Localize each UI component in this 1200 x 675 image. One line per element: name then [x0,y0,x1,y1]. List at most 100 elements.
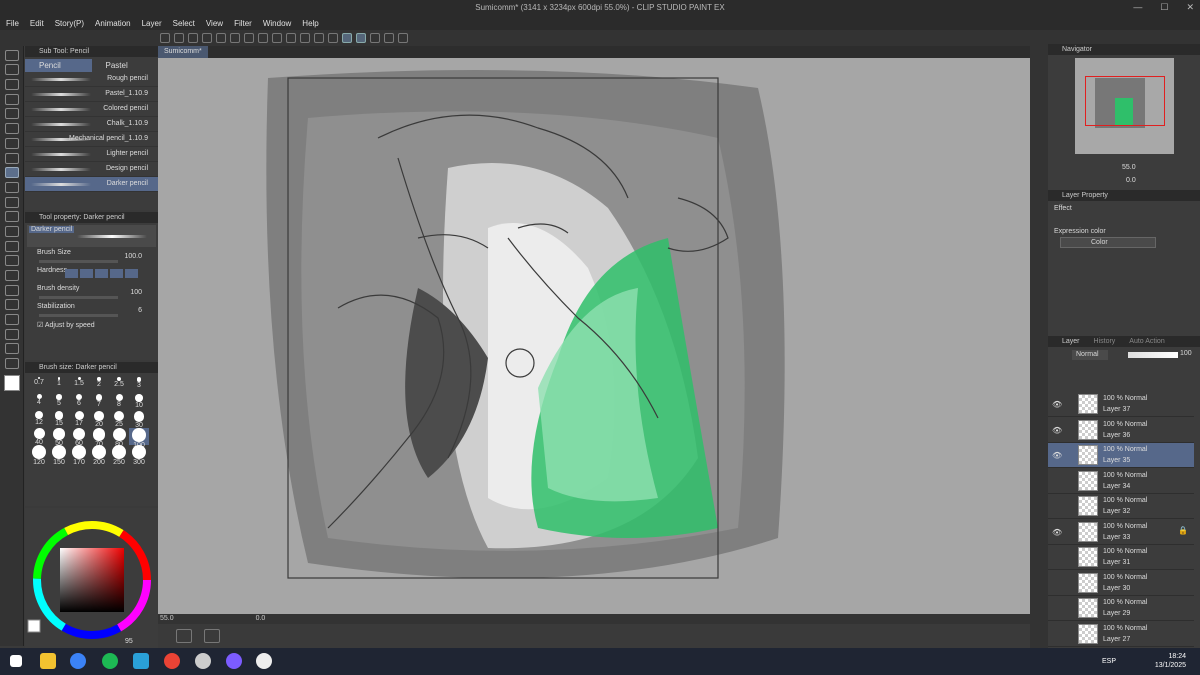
windows-start-icon[interactable] [10,655,22,667]
color-wheel[interactable]: 95 [25,508,158,648]
move-layer-icon[interactable] [5,93,19,105]
brush-size-option[interactable]: 80 [109,428,129,448]
eye-icon[interactable]: 👁 [1052,451,1062,460]
eyedropper-icon[interactable] [5,137,19,149]
eraser-icon[interactable] [5,225,19,237]
airbrush-icon[interactable] [5,196,19,208]
brush-size-option[interactable]: 8 [109,394,129,411]
auto-select-icon[interactable] [5,123,19,135]
brush-size-option[interactable]: 4 [29,394,49,411]
opacity-value[interactable]: 100 [1180,350,1192,357]
subtool-item[interactable]: Design pencil [25,162,158,177]
subtool-item[interactable]: Colored pencil [25,102,158,117]
lock-icon[interactable]: 🔒 [1178,526,1188,535]
gradient-icon[interactable] [5,270,19,281]
subtool-item[interactable]: Pastel_1.10.9 [25,87,158,102]
brush-size-row[interactable]: Brush Size 100.0 [25,249,158,267]
clip-studio-icon[interactable] [195,653,211,669]
layer-row[interactable]: 👁 100 % Normal Layer 33 🔒 [1048,520,1194,545]
subtool-item-selected[interactable]: Darker pencil [25,177,158,192]
layer-row[interactable]: 100 % Normal Layer 27 [1048,622,1194,647]
save-icon[interactable] [202,33,212,43]
decoration-icon[interactable] [5,211,19,223]
brush-size-option[interactable]: 300 [129,445,149,466]
snap-perspective-icon[interactable] [370,33,380,43]
fill-icon[interactable] [286,33,296,43]
fit-view-icon[interactable] [204,629,220,643]
crop-icon[interactable] [328,33,338,43]
selection-icon[interactable] [5,108,19,120]
brush-size-option[interactable]: 250 [109,445,129,466]
layer-row[interactable]: 100 % Normal Layer 34 [1048,469,1194,494]
menu-window[interactable]: Window [263,19,291,28]
spotify-icon[interactable] [102,653,118,669]
brush-size-option[interactable]: 1.5 [69,377,89,394]
layer-row[interactable]: 100 % Normal Layer 32 [1048,494,1194,519]
brush-size-option[interactable]: 100 [129,428,149,449]
layer-row[interactable]: 100 % Normal Layer 30 [1048,571,1194,596]
frame-icon[interactable] [5,299,19,311]
figure-icon[interactable] [5,284,19,296]
brush-size-option[interactable]: 25 [109,411,129,428]
clear-icon[interactable] [258,33,268,43]
brush-size-option[interactable]: 150 [49,445,69,466]
brush-size-option[interactable]: 7 [89,394,109,411]
brush-size-option[interactable]: 17 [69,411,89,428]
brush-size-option[interactable]: 20 [89,411,109,428]
hardness-row[interactable]: Hardness [25,267,158,285]
undo-icon[interactable] [230,33,240,43]
maximize-button[interactable]: ☐ [1160,2,1168,13]
brush-size-option[interactable]: 170 [69,445,89,466]
brush-size-option[interactable]: 120 [29,445,49,466]
brush-size-option[interactable]: 30 [129,411,149,429]
browser-icon[interactable] [70,653,86,669]
canvas[interactable] [158,58,1030,614]
chrome-icon[interactable] [164,653,180,669]
menu-file[interactable]: File [6,19,19,28]
brush-size-option[interactable]: 200 [89,445,109,466]
layer-row[interactable]: 100 % Normal Layer 29 [1048,596,1194,621]
brush-size-option[interactable]: 1 [49,377,69,394]
menu-view[interactable]: View [206,19,223,28]
document-tab[interactable]: Sumicomm* [158,46,208,58]
opacity-slider[interactable] [1128,352,1178,358]
menu-story[interactable]: Story(P) [55,19,84,28]
subtool-item[interactable]: Mechanical pencil_1.10.9 [25,132,158,147]
correct-line-icon[interactable] [5,358,19,370]
menu-animation[interactable]: Animation [95,19,131,28]
tab-auto-action[interactable]: Auto Action [1129,336,1164,347]
subtool-item[interactable]: Chalk_1.10.9 [25,117,158,132]
navigator-zoom[interactable]: 55.0 [1122,164,1136,171]
menu-layer[interactable]: Layer [142,19,162,28]
menu-filter[interactable]: Filter [234,19,252,28]
pencil-icon[interactable] [5,167,19,179]
brush-size-option[interactable]: 3 [129,377,149,394]
adjust-speed-row[interactable]: ☑ Adjust by speed [25,321,158,339]
hand-icon[interactable] [5,64,19,76]
discord-icon[interactable] [226,653,242,669]
text-icon[interactable] [5,328,19,340]
density-row[interactable]: Brush density 100 [25,285,158,303]
close-button[interactable]: ✕ [1186,2,1194,13]
file-explorer-icon[interactable] [40,653,56,669]
zoom-icon[interactable] [5,49,19,61]
open-file-icon[interactable] [188,33,198,43]
menu-edit[interactable]: Edit [30,19,44,28]
eye-icon[interactable]: 👁 [1052,528,1062,537]
layout-icon[interactable] [176,629,192,643]
checkbox-icon[interactable]: ☑ [37,322,45,329]
zoom-readout[interactable]: 55.0 [160,615,174,622]
brush-icon[interactable] [5,181,19,193]
clip-studio-icon[interactable] [160,33,170,43]
app-icon[interactable] [133,653,149,669]
layer-row[interactable]: 100 % Normal Layer 31 [1048,545,1194,570]
fill-bucket-icon[interactable] [5,255,19,267]
language-indicator[interactable]: ESP [1102,657,1116,666]
tab-history[interactable]: History [1094,336,1116,347]
brush-size-option[interactable]: 50 [49,428,69,447]
eye-icon[interactable]: 👁 [1052,400,1062,409]
stabilization-row[interactable]: Stabilization 6 [25,303,158,321]
subtool-item[interactable]: Rough pencil [25,72,158,87]
brush-size-option[interactable]: 15 [49,411,69,428]
export-icon[interactable] [216,33,226,43]
